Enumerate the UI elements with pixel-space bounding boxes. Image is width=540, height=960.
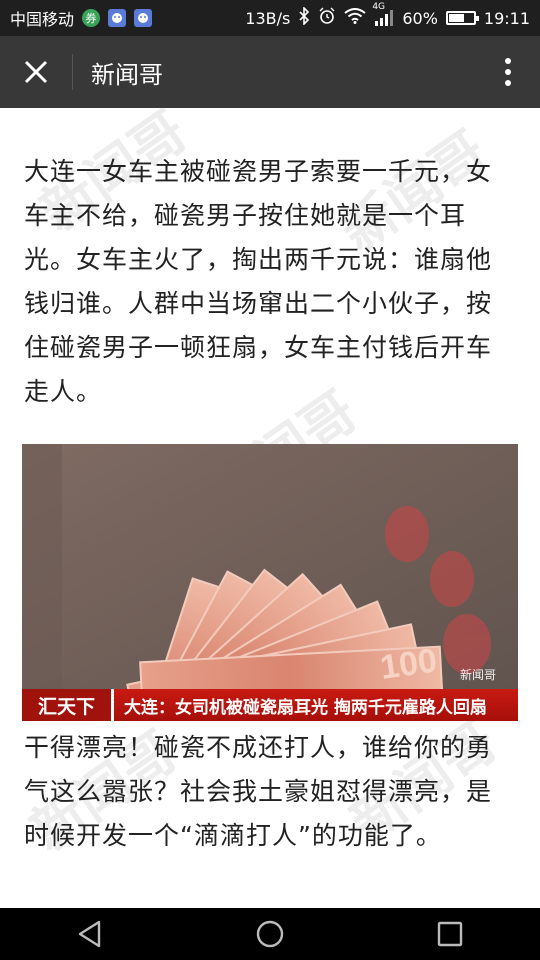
battery-icon xyxy=(445,11,479,25)
svg-text:100: 100 xyxy=(378,641,439,687)
app-notification-icon xyxy=(108,9,127,27)
close-icon xyxy=(24,60,48,84)
ticket-icon: 券 xyxy=(82,9,101,27)
app-bar-divider xyxy=(72,54,73,90)
tv-headline: 大连：女司机被碰瓷扇耳光 掏两千元雇路人回扇 xyxy=(124,697,487,718)
more-vertical-icon xyxy=(505,58,511,86)
article-paragraph-2: 干得漂亮！碰瓷不成还打人，谁给你的勇气这么嚣张？社会我土豪姐怼得漂亮，是时候开发… xyxy=(24,733,493,850)
tv-caption-bar: 汇天下 大连：女司机被碰瓷扇耳光 掏两千元雇路人回扇 xyxy=(22,689,518,721)
tv-channel-label: 汇天下 xyxy=(22,689,115,721)
alarm-icon xyxy=(318,7,336,29)
recents-square-icon xyxy=(437,921,463,947)
back-button[interactable] xyxy=(60,908,120,960)
app-bar: 新闻哥 xyxy=(0,36,540,108)
close-button[interactable] xyxy=(0,36,72,108)
clock: 19:11 xyxy=(483,8,530,28)
home-button[interactable] xyxy=(240,908,300,960)
status-bar: 中国移动 券 13B/s 4G 60% 19:11 xyxy=(0,0,540,36)
app-notification-icon-2 xyxy=(134,9,153,27)
wifi-icon xyxy=(344,8,366,28)
recents-button[interactable] xyxy=(420,908,480,960)
system-nav-bar xyxy=(0,908,540,960)
more-options-button[interactable] xyxy=(476,36,540,108)
back-triangle-icon xyxy=(78,920,101,948)
network-type: 4G xyxy=(372,2,386,12)
page-title: 新闻哥 xyxy=(91,60,163,89)
network-speed: 13B/s xyxy=(245,8,291,28)
carrier-label: 中国移动 xyxy=(10,10,75,29)
signal-icon: 4G xyxy=(372,2,394,26)
photo-watermark: 新闻哥 xyxy=(459,668,496,682)
news-photo[interactable]: 100 新闻哥 汇天下 大连：女司机被碰瓷扇耳光 掏两千元雇路人回扇 xyxy=(22,444,518,721)
battery-level xyxy=(448,14,465,22)
bluetooth-icon xyxy=(298,6,310,29)
battery-percent: 60% xyxy=(402,8,438,28)
banknotes-image: 100 xyxy=(22,444,518,721)
article-paragraph-1: 大连一女车主被碰瓷男子索要一千元，女车主不给，碰瓷男子按住她就是一个耳光。女车主… xyxy=(24,157,493,406)
home-circle-icon xyxy=(256,920,284,948)
article-content[interactable]: 新闻哥 新闻哥 新闻哥 新闻哥 新闻哥 大连一女车主被碰瓷男子索要一千元，女车主… xyxy=(0,108,540,908)
